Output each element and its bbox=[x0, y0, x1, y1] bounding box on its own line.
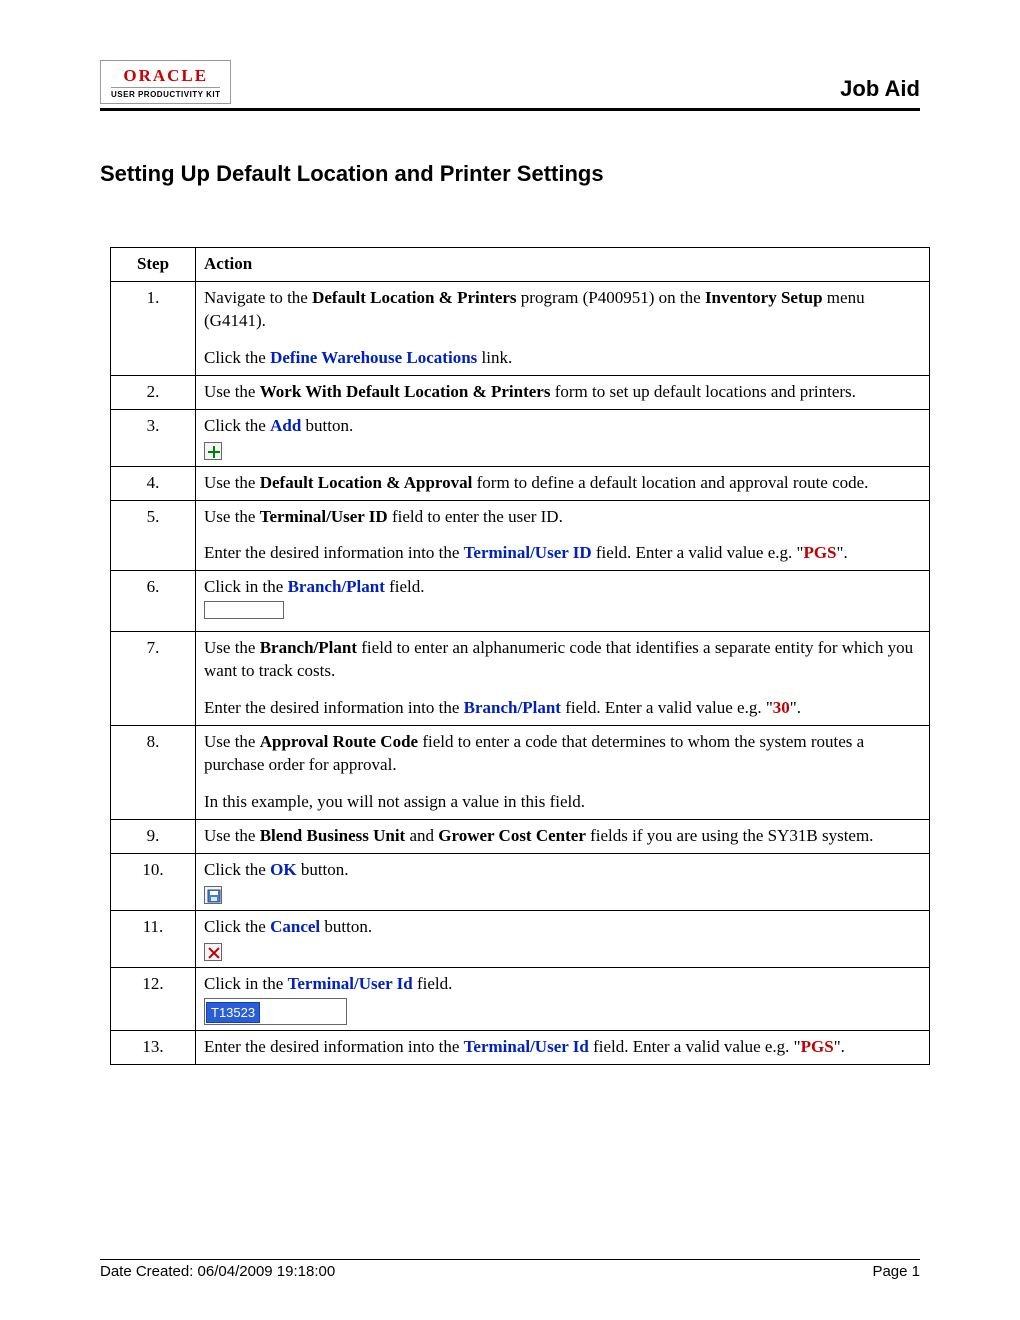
footer-date: Date Created: 06/04/2009 19:18:00 bbox=[100, 1263, 335, 1280]
step-number: 9. bbox=[111, 819, 196, 853]
step-number: 4. bbox=[111, 466, 196, 500]
step-number: 8. bbox=[111, 726, 196, 820]
step-number: 7. bbox=[111, 632, 196, 726]
page-footer: Date Created: 06/04/2009 19:18:00 Page 1 bbox=[100, 1259, 920, 1280]
step-number: 6. bbox=[111, 571, 196, 632]
page-header: ORACLE USER PRODUCTIVITY KIT Job Aid bbox=[100, 60, 920, 111]
table-header-row: Step Action bbox=[111, 248, 930, 282]
col-step: Step bbox=[111, 248, 196, 282]
step-action: Use the Blend Business Unit and Grower C… bbox=[196, 819, 930, 853]
step-number: 10. bbox=[111, 853, 196, 910]
step-action: Use the Default Location & Approval form… bbox=[196, 466, 930, 500]
step-action: Click the Cancel button. bbox=[196, 910, 930, 967]
close-icon[interactable] bbox=[204, 943, 222, 961]
terminal-user-id-input[interactable]: T13523 bbox=[204, 998, 347, 1026]
step-number: 13. bbox=[111, 1031, 196, 1065]
cancel-button-ref: Cancel bbox=[270, 917, 320, 936]
logo-bottom: USER PRODUCTIVITY KIT bbox=[111, 87, 220, 99]
step-action: Use the Approval Route Code field to ent… bbox=[196, 726, 930, 820]
branch-plant-input[interactable] bbox=[204, 601, 284, 619]
oracle-logo: ORACLE USER PRODUCTIVITY KIT bbox=[100, 60, 231, 104]
steps-table: Step Action 1. Navigate to the Default L… bbox=[110, 247, 930, 1065]
step-number: 12. bbox=[111, 967, 196, 1031]
page-title: Setting Up Default Location and Printer … bbox=[100, 161, 920, 187]
step-number: 11. bbox=[111, 910, 196, 967]
logo-top: ORACLE bbox=[111, 67, 220, 87]
table-row: 11. Click the Cancel button. bbox=[111, 910, 930, 967]
table-row: 7. Use the Branch/Plant field to enter a… bbox=[111, 632, 930, 726]
plus-icon[interactable] bbox=[204, 442, 222, 460]
step-action: Use the Branch/Plant field to enter an a… bbox=[196, 632, 930, 726]
step-action: Use the Terminal/User ID field to enter … bbox=[196, 500, 930, 571]
table-row: 2. Use the Work With Default Location & … bbox=[111, 375, 930, 409]
footer-page: Page 1 bbox=[872, 1263, 920, 1280]
table-row: 8. Use the Approval Route Code field to … bbox=[111, 726, 930, 820]
table-row: 9. Use the Blend Business Unit and Growe… bbox=[111, 819, 930, 853]
table-row: 13. Enter the desired information into t… bbox=[111, 1031, 930, 1065]
define-warehouse-locations-link[interactable]: Define Warehouse Locations bbox=[270, 348, 477, 367]
step-action: Navigate to the Default Location & Print… bbox=[196, 281, 930, 375]
step-number: 3. bbox=[111, 409, 196, 466]
step-action: Click in the Terminal/User Id field. T13… bbox=[196, 967, 930, 1031]
header-right-label: Job Aid bbox=[840, 76, 920, 104]
table-row: 10. Click the OK button. bbox=[111, 853, 930, 910]
step-number: 1. bbox=[111, 281, 196, 375]
step-number: 5. bbox=[111, 500, 196, 571]
step-action: Click the Add button. bbox=[196, 409, 930, 466]
save-icon[interactable] bbox=[204, 886, 222, 904]
table-row: 12. Click in the Terminal/User Id field.… bbox=[111, 967, 930, 1031]
terminal-user-id-field-ref: Terminal/User Id bbox=[288, 974, 413, 993]
table-row: 3. Click the Add button. bbox=[111, 409, 930, 466]
step-action: Click the OK button. bbox=[196, 853, 930, 910]
table-row: 5. Use the Terminal/User ID field to ent… bbox=[111, 500, 930, 571]
step-action: Click in the Branch/Plant field. bbox=[196, 571, 930, 632]
step-number: 2. bbox=[111, 375, 196, 409]
step-action: Enter the desired information into the T… bbox=[196, 1031, 930, 1065]
table-row: 1. Navigate to the Default Location & Pr… bbox=[111, 281, 930, 375]
table-row: 4. Use the Default Location & Approval f… bbox=[111, 466, 930, 500]
add-button-ref: Add bbox=[270, 416, 301, 435]
ok-button-ref: OK bbox=[270, 860, 296, 879]
step-action: Use the Work With Default Location & Pri… bbox=[196, 375, 930, 409]
branch-plant-field-ref: Branch/Plant bbox=[288, 577, 385, 596]
table-row: 6. Click in the Branch/Plant field. bbox=[111, 571, 930, 632]
col-action: Action bbox=[196, 248, 930, 282]
